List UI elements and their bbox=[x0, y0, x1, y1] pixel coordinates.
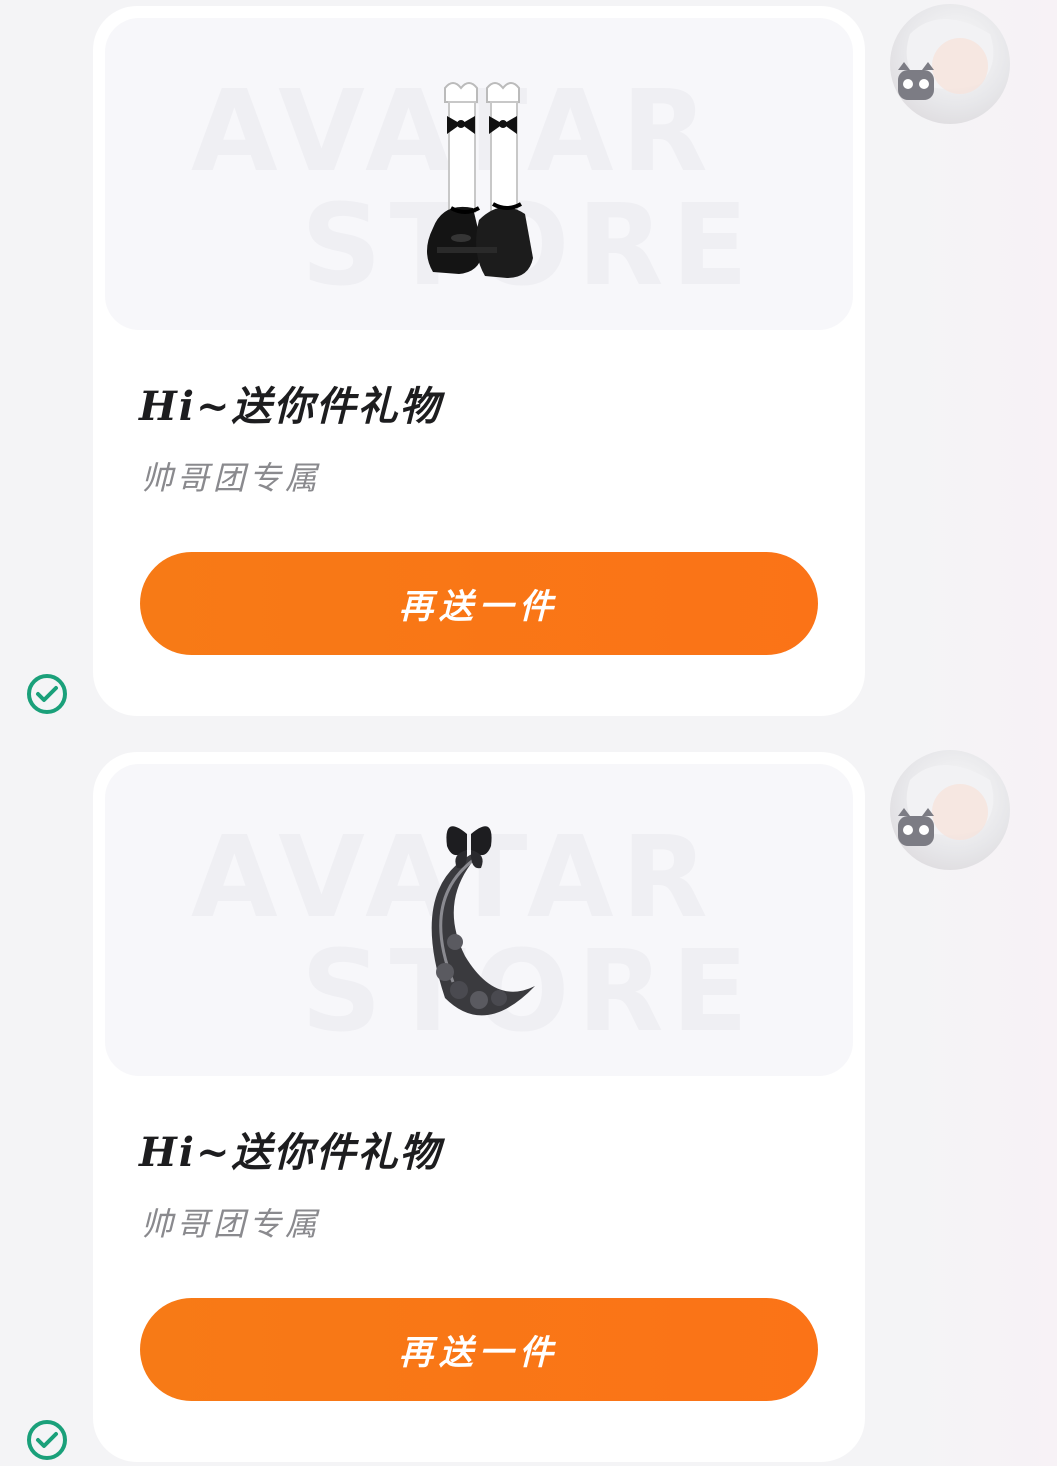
gift-title: Hi~送你件礼物 bbox=[139, 383, 442, 430]
gift-message: AVATAR STORE bbox=[0, 0, 1057, 730]
gift-image: AVATAR STORE bbox=[105, 764, 853, 1076]
crescent-moon-butterfly-icon bbox=[431, 826, 535, 1016]
send-again-button[interactable]: 再送一件 bbox=[140, 552, 818, 655]
check-circle-icon bbox=[27, 674, 67, 714]
send-again-button[interactable]: 再送一件 bbox=[140, 1298, 818, 1401]
shoes-with-socks-icon bbox=[427, 82, 533, 278]
avatar-image bbox=[898, 765, 994, 846]
avatar[interactable] bbox=[890, 750, 1010, 870]
chat-view: AVATAR STORE bbox=[0, 0, 1057, 1466]
gift-subtitle: 帅哥团专属 bbox=[141, 459, 322, 497]
gift-image: AVATAR STORE bbox=[105, 18, 853, 330]
gift-card[interactable]: AVATAR STORE bbox=[93, 752, 865, 1462]
gift-card[interactable]: AVATAR STORE bbox=[93, 6, 865, 716]
avatar-image bbox=[898, 19, 994, 100]
gift-title: Hi~送你件礼物 bbox=[139, 1129, 442, 1176]
gift-subtitle: 帅哥团专属 bbox=[141, 1205, 322, 1243]
gift-message: AVATAR STORE bbox=[0, 746, 1057, 1466]
check-circle-icon bbox=[27, 1420, 67, 1460]
avatar[interactable] bbox=[890, 4, 1010, 124]
